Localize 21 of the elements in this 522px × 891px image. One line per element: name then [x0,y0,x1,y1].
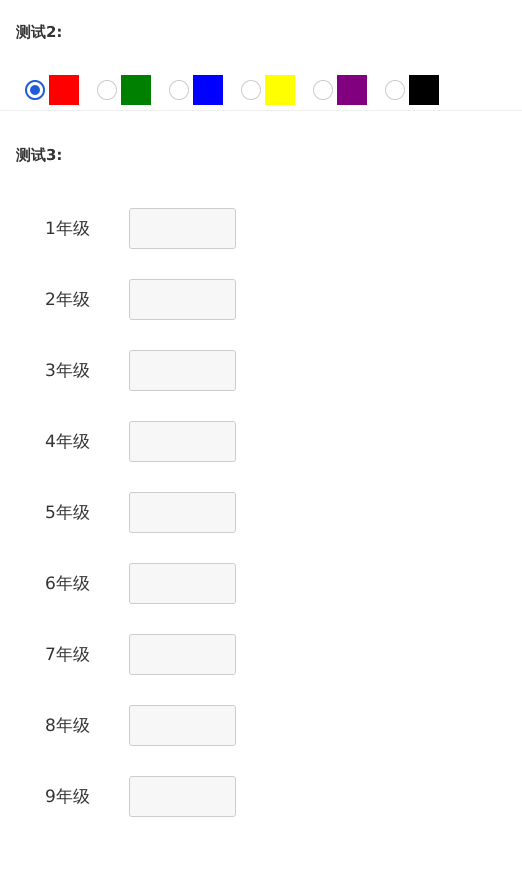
input-field[interactable] [129,279,236,320]
section-title: 测试2: [16,22,64,42]
input-field[interactable] [129,421,236,462]
input-field[interactable] [129,563,236,604]
field-label: 1年级 [44,218,91,240]
input-field[interactable] [129,350,236,391]
field-label: 3年级 [44,360,91,382]
field-label: 2年级 [44,289,91,311]
field-label: 5年级 [44,502,91,524]
section-title: 测试3: [16,145,64,165]
field-label: 7年级 [44,644,91,666]
input-field[interactable] [129,776,236,817]
field-label: 8年级 [44,715,91,737]
radio-button[interactable] [25,80,45,100]
field-label: 6年级 [44,573,91,595]
input-field[interactable] [129,492,236,533]
input-field[interactable] [129,705,236,746]
field-label: 4年级 [44,431,91,453]
input-field[interactable] [129,634,236,675]
input-field[interactable] [129,208,236,249]
field-label: 9年级 [44,786,91,808]
